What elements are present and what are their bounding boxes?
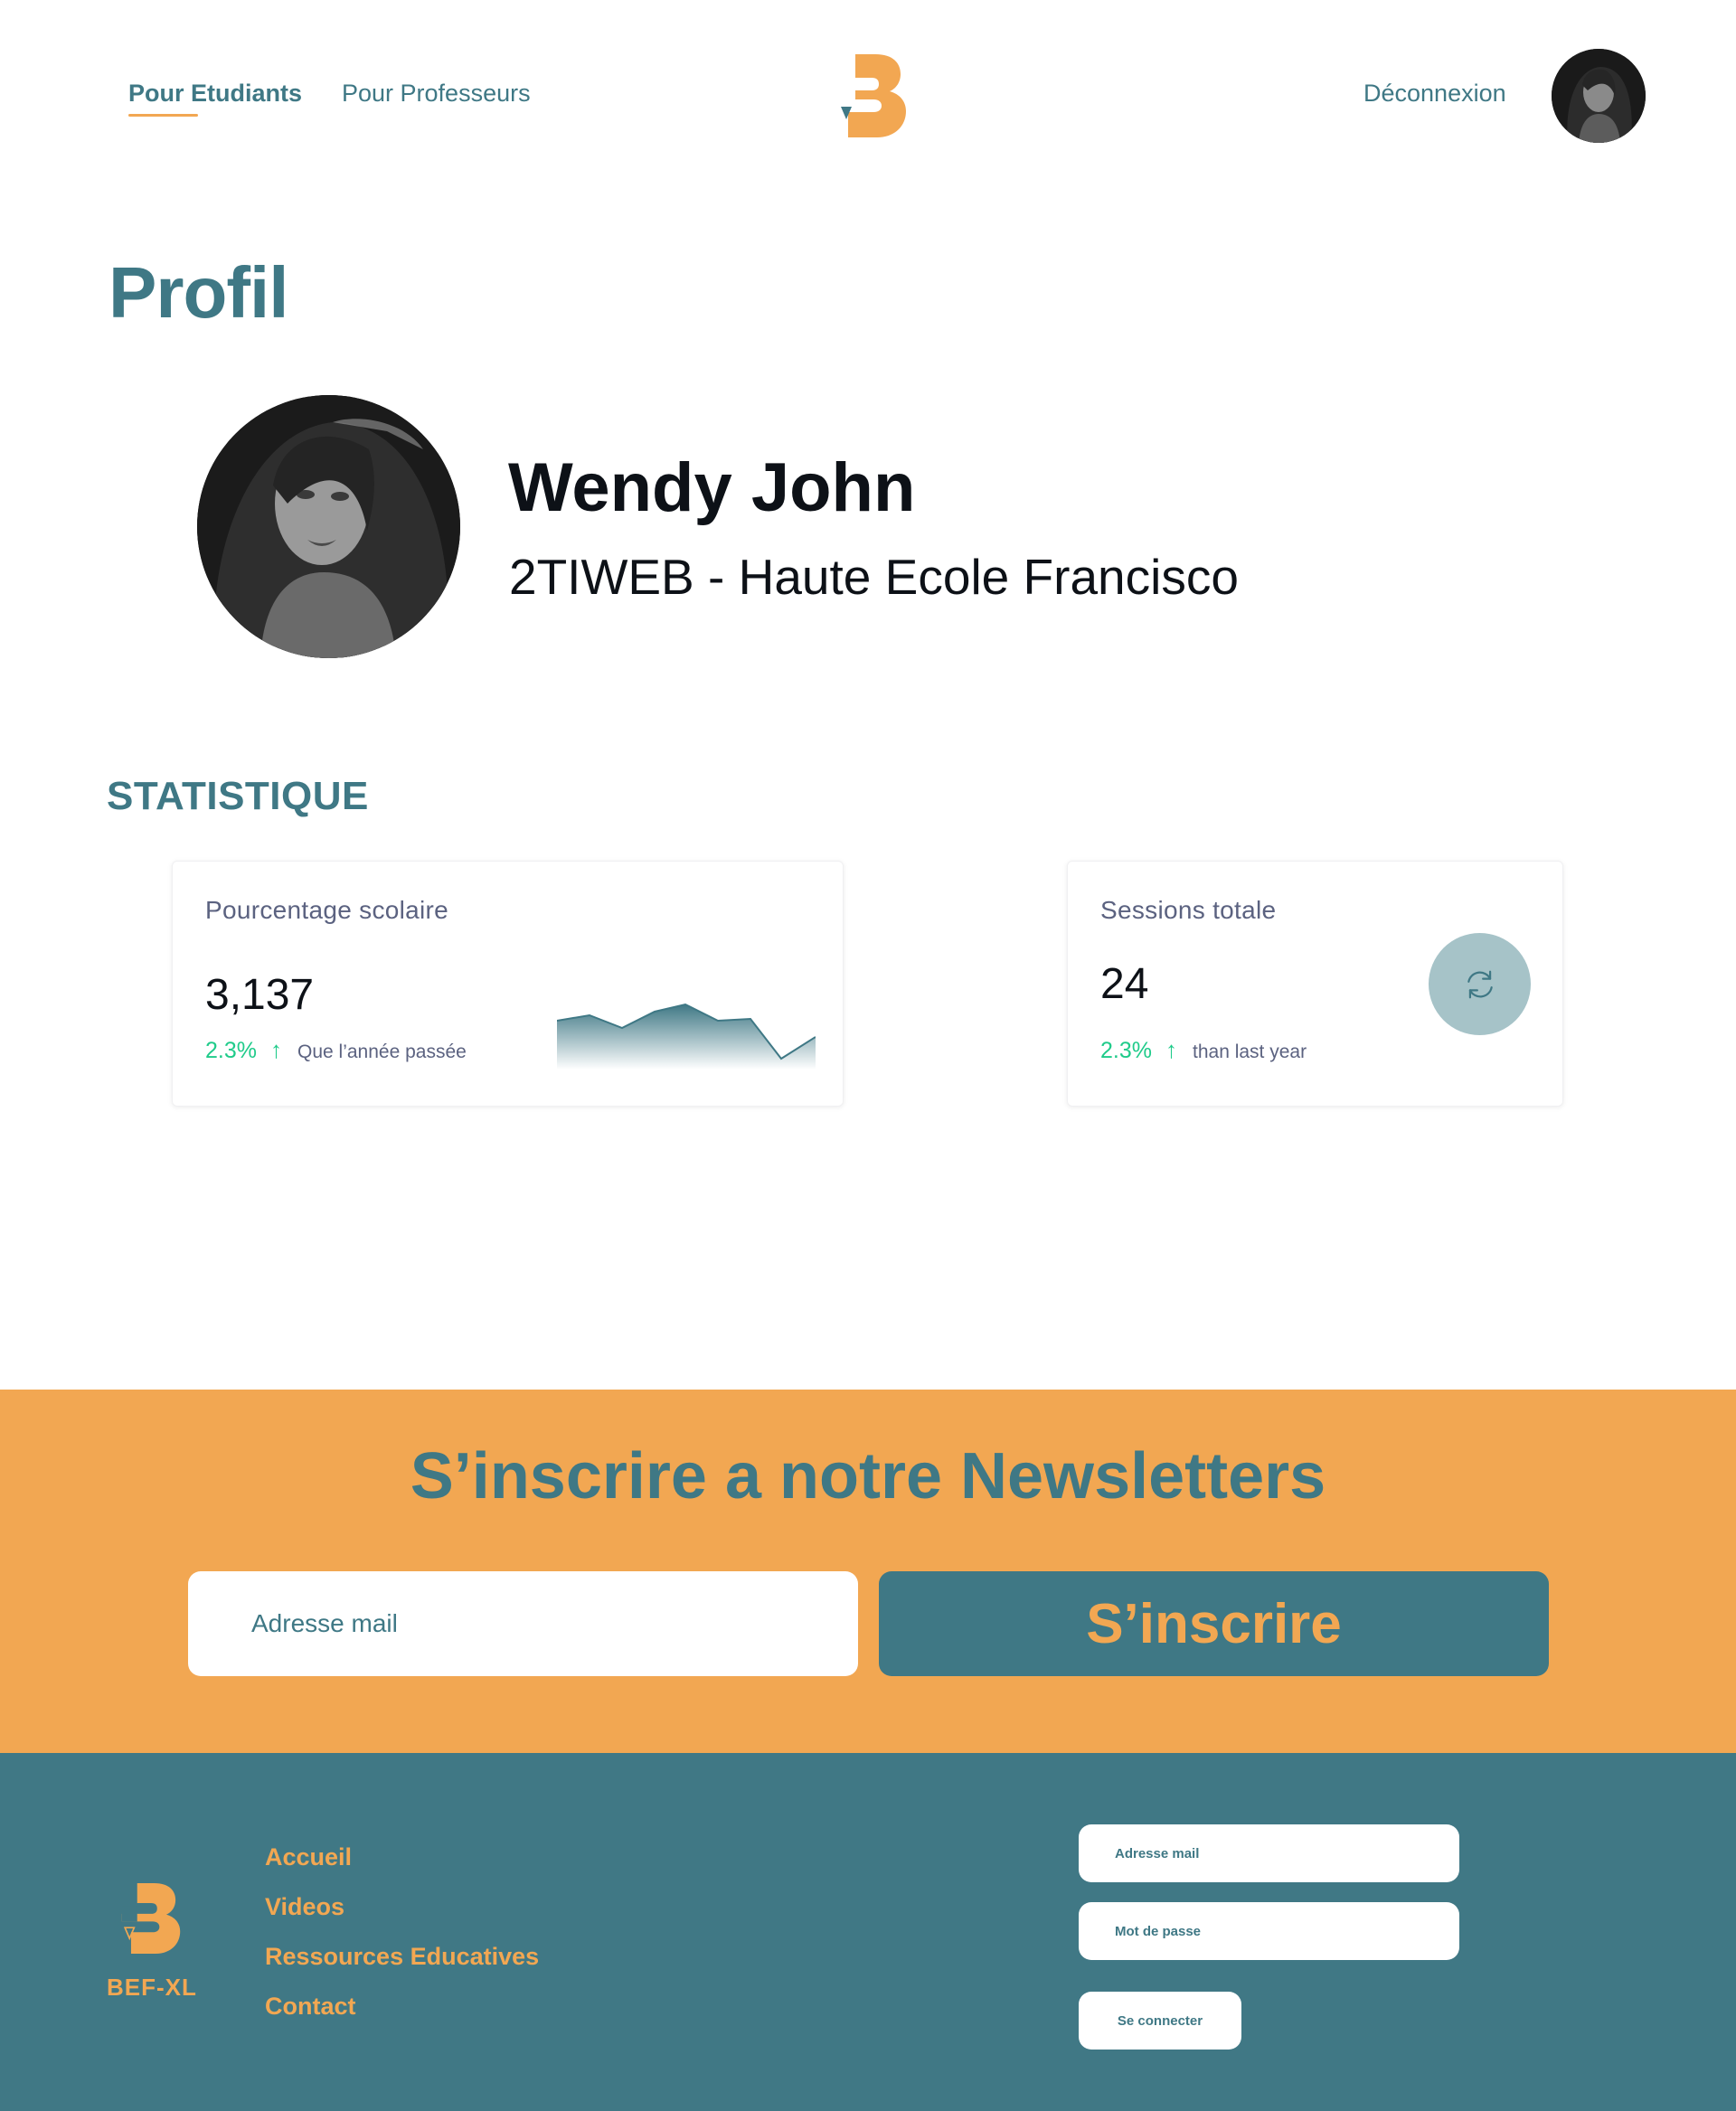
nav-link-students[interactable]: Pour Etudiants [128,80,302,108]
logout-link[interactable]: Déconnexion [1363,80,1506,108]
newsletter-title: S’inscrire a notre Newsletters [410,1440,1326,1513]
logo[interactable] [837,54,906,137]
footer-logo[interactable] [116,1883,186,1954]
stat-card-percentage: Pourcentage scolaire 3,137 2.3% ↑ Que l’… [172,861,844,1107]
stat-card-sessions: Sessions totale 24 2.3% ↑ than last year [1067,861,1563,1107]
footer-link-resources[interactable]: Ressources Educatives [265,1943,539,1971]
profile-photo [197,395,460,658]
footer-link-videos[interactable]: Videos [265,1893,344,1921]
newsletter-email-input[interactable] [188,1571,858,1676]
nav-link-teachers[interactable]: Pour Professeurs [342,80,531,108]
newsletter-subscribe-button[interactable]: S’inscrire [879,1571,1549,1676]
stat-label: Sessions totale [1100,896,1277,924]
footer: BEF-XL Accueil Videos Ressources Educati… [0,1753,1736,2111]
area-sparkline [557,1003,816,1070]
profile-name: Wendy John [508,449,916,526]
stat-note: than last year [1193,1041,1307,1062]
page-title: Profil [108,252,288,333]
arrow-up-icon: ↑ [1165,1036,1177,1063]
footer-link-home[interactable]: Accueil [265,1843,352,1871]
newsletter-section: S’inscrire a notre Newsletters S’inscrir… [0,1390,1736,1753]
user-avatar[interactable] [1552,49,1646,143]
stat-value: 24 [1100,960,1149,1008]
stat-value: 3,137 [205,971,315,1019]
stat-label: Pourcentage scolaire [205,896,449,924]
statistics-heading: STATISTIQUE [107,774,369,818]
footer-link-contact[interactable]: Contact [265,1993,356,2021]
profile-school: 2TIWEB - Haute Ecole Francisco [509,549,1239,605]
footer-email-input[interactable] [1079,1824,1459,1882]
stat-note: Que l’année passée [297,1041,467,1062]
login-button[interactable]: Se connecter [1079,1992,1241,2050]
stat-delta: 2.3% [205,1038,257,1063]
footer-brand: BEF-XL [107,1974,197,2001]
stat-delta: 2.3% [1100,1038,1152,1063]
arrow-up-icon: ↑ [270,1036,282,1063]
footer-password-input[interactable] [1079,1902,1459,1960]
refresh-button[interactable] [1429,933,1531,1035]
nav-active-indicator [128,114,198,117]
refresh-icon [1467,970,1493,998]
